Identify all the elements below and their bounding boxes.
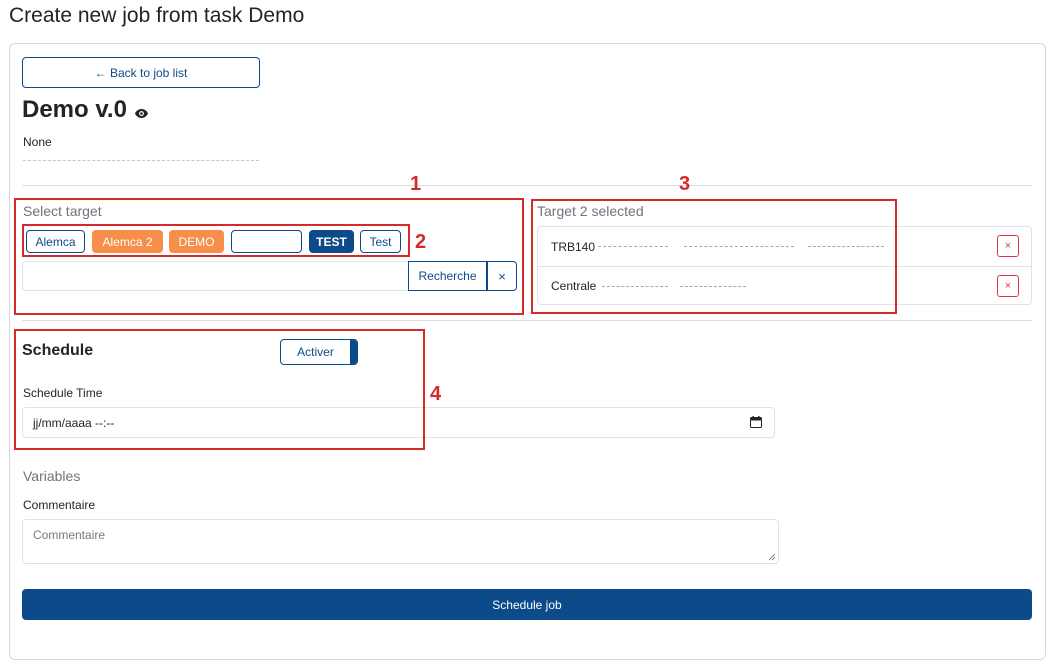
eye-icon[interactable] xyxy=(134,108,148,118)
selected-targets-list: TRB140 × Centrale × xyxy=(537,226,1032,305)
target-button-alemca-2[interactable]: Alemca 2 xyxy=(92,230,163,253)
search-button[interactable]: Recherche xyxy=(408,261,487,291)
divider xyxy=(22,320,1032,321)
comment-textarea[interactable]: Commentaire xyxy=(22,519,779,564)
target-search-input[interactable] xyxy=(22,261,408,291)
annotation-number-1: 1 xyxy=(410,173,422,195)
activate-schedule-toggle[interactable]: Activer xyxy=(280,339,358,365)
target-button-test[interactable]: Test xyxy=(360,230,401,253)
schedule-time-value: jj/mm/aaaa --:-- xyxy=(33,415,115,430)
target-button-alemca[interactable]: Alemca xyxy=(26,230,85,253)
schedule-job-button[interactable]: Schedule job xyxy=(22,589,1032,620)
variables-heading: Variables xyxy=(23,468,81,484)
selected-target-name: Centrale xyxy=(551,279,597,293)
target-button-unnamed[interactable] xyxy=(231,230,302,253)
redacted-text xyxy=(684,246,794,247)
selected-targets-label: Target 2 selected xyxy=(537,203,644,219)
task-id-redacted xyxy=(23,160,259,161)
toggle-knob xyxy=(350,340,357,364)
selected-target-name: TRB140 xyxy=(551,239,596,254)
target-button-demo[interactable]: DEMO xyxy=(169,230,224,253)
resize-handle-icon[interactable] xyxy=(768,553,776,561)
remove-target-button[interactable]: × xyxy=(997,235,1019,257)
redacted-text xyxy=(808,246,884,247)
annotation-number-2: 2 xyxy=(415,231,427,253)
redacted-text xyxy=(602,286,668,287)
remove-target-button[interactable]: × xyxy=(997,275,1019,297)
task-title: Demo v.0 xyxy=(22,96,148,124)
schedule-heading: Schedule xyxy=(22,342,94,359)
list-item: TRB140 × xyxy=(538,227,1031,266)
clear-search-button[interactable]: × xyxy=(487,261,517,291)
redacted-text xyxy=(680,286,746,287)
calendar-icon[interactable] xyxy=(750,416,762,428)
annotation-number-4: 4 xyxy=(430,383,442,405)
list-item: Centrale × xyxy=(538,266,1031,305)
redacted-text xyxy=(598,246,668,247)
back-to-job-list-button[interactable]: ← Back to job list xyxy=(22,57,260,88)
select-target-label: Select target xyxy=(23,203,102,219)
task-description: None xyxy=(23,135,52,149)
page-title: Create new job from task Demo xyxy=(9,4,305,27)
target-button-test-upper[interactable]: TEST xyxy=(309,230,354,253)
annotation-number-3: 3 xyxy=(679,173,691,195)
schedule-time-label: Schedule Time xyxy=(23,386,103,400)
task-name: Demo v.0 xyxy=(22,96,127,123)
divider xyxy=(22,185,1032,186)
comment-label: Commentaire xyxy=(23,498,96,512)
schedule-time-input[interactable]: jj/mm/aaaa --:-- xyxy=(22,407,775,438)
comment-placeholder: Commentaire xyxy=(33,528,106,542)
job-form-card xyxy=(9,43,1046,660)
toggle-label: Activer xyxy=(297,345,334,359)
